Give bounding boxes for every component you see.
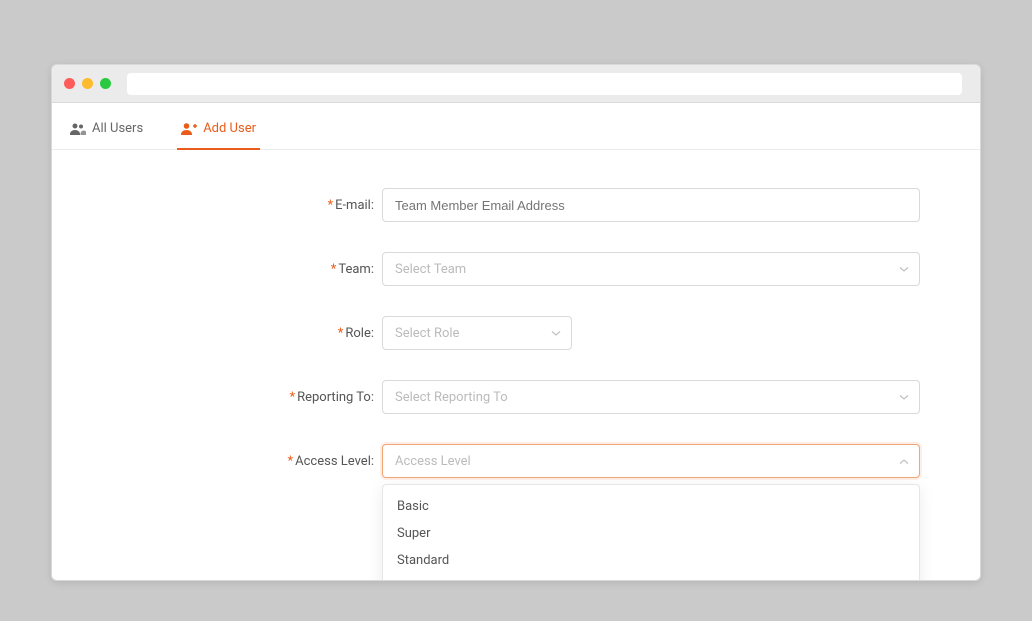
team-label: *Team: (112, 262, 382, 277)
email-row: *E-mail: (112, 188, 920, 222)
reporting-to-select[interactable]: Select Reporting To (382, 380, 920, 414)
minimize-window-icon[interactable] (82, 78, 93, 89)
access-level-label: *Access Level: (112, 454, 382, 469)
option-standard[interactable]: Standard (383, 547, 919, 574)
chevron-down-icon (899, 390, 909, 405)
access-level-select[interactable]: Access Level (382, 444, 920, 478)
email-label: *E-mail: (112, 198, 382, 213)
option-limited[interactable]: Limited (383, 574, 919, 581)
traffic-lights (64, 78, 111, 89)
team-row: *Team: Select Team (112, 252, 920, 286)
required-marker: * (288, 454, 294, 469)
chevron-up-icon (899, 454, 909, 469)
tab-all-users-label: All Users (92, 121, 143, 136)
add-user-form: *E-mail: *Team: Select Team (52, 150, 980, 548)
role-label: *Role: (112, 326, 382, 341)
required-marker: * (327, 198, 333, 213)
url-bar[interactable] (127, 73, 962, 95)
reporting-to-row: *Reporting To: Select Reporting To (112, 380, 920, 414)
close-window-icon[interactable] (64, 78, 75, 89)
tabs-bar: All Users Add User (52, 103, 980, 150)
reporting-to-label: *Reporting To: (112, 390, 382, 405)
users-icon (70, 122, 86, 135)
tab-all-users[interactable]: All Users (66, 121, 147, 150)
chevron-down-icon (551, 326, 561, 341)
tab-add-user-label: Add User (203, 121, 256, 136)
access-level-placeholder: Access Level (395, 454, 471, 469)
maximize-window-icon[interactable] (100, 78, 111, 89)
team-placeholder: Select Team (395, 262, 466, 277)
access-level-dropdown: Basic Super Standard Limited (382, 484, 920, 581)
add-user-icon (181, 122, 197, 135)
team-select[interactable]: Select Team (382, 252, 920, 286)
reporting-to-placeholder: Select Reporting To (395, 390, 508, 405)
access-level-row: *Access Level: Access Level Basic Super … (112, 444, 920, 478)
tab-add-user[interactable]: Add User (177, 121, 260, 150)
chevron-down-icon (899, 262, 909, 277)
role-select[interactable]: Select Role (382, 316, 572, 350)
required-marker: * (331, 262, 337, 277)
option-basic[interactable]: Basic (383, 493, 919, 520)
required-marker: * (338, 326, 344, 341)
browser-window: All Users Add User *E-mail: *Tea (51, 64, 981, 581)
email-field[interactable] (382, 188, 920, 222)
option-super[interactable]: Super (383, 520, 919, 547)
app-content: All Users Add User *E-mail: *Tea (52, 103, 980, 580)
browser-chrome (52, 65, 980, 103)
role-placeholder: Select Role (395, 326, 459, 341)
role-row: *Role: Select Role (112, 316, 920, 350)
required-marker: * (289, 390, 295, 405)
